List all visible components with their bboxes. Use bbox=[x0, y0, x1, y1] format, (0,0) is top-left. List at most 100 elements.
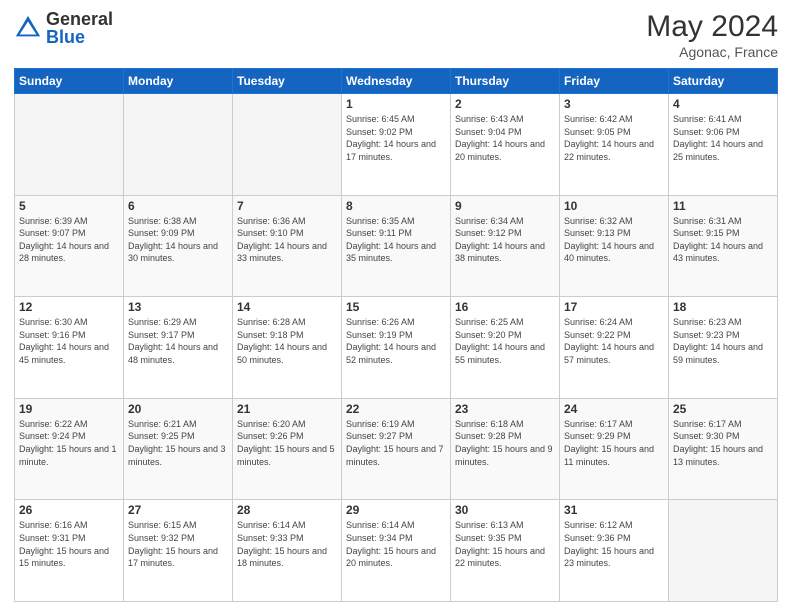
day-number: 24 bbox=[564, 402, 664, 416]
day-number: 28 bbox=[237, 503, 337, 517]
calendar-cell: 5 Sunrise: 6:39 AM Sunset: 9:07 PM Daylig… bbox=[15, 195, 124, 297]
calendar-cell bbox=[233, 94, 342, 196]
calendar-cell: 10 Sunrise: 6:32 AM Sunset: 9:13 PM Dayli… bbox=[560, 195, 669, 297]
calendar-cell: 20 Sunrise: 6:21 AM Sunset: 9:25 PM Dayli… bbox=[124, 398, 233, 500]
day-number: 8 bbox=[346, 199, 446, 213]
day-info: Sunrise: 6:13 AM Sunset: 9:35 PM Dayligh… bbox=[455, 519, 555, 569]
day-info: Sunrise: 6:19 AM Sunset: 9:27 PM Dayligh… bbox=[346, 418, 446, 468]
calendar-cell: 7 Sunrise: 6:36 AM Sunset: 9:10 PM Daylig… bbox=[233, 195, 342, 297]
day-number: 10 bbox=[564, 199, 664, 213]
day-info: Sunrise: 6:43 AM Sunset: 9:04 PM Dayligh… bbox=[455, 113, 555, 163]
calendar-cell: 8 Sunrise: 6:35 AM Sunset: 9:11 PM Daylig… bbox=[342, 195, 451, 297]
calendar-header-saturday: Saturday bbox=[669, 69, 778, 94]
day-number: 14 bbox=[237, 300, 337, 314]
day-info: Sunrise: 6:30 AM Sunset: 9:16 PM Dayligh… bbox=[19, 316, 119, 366]
logo-icon bbox=[14, 14, 42, 42]
day-info: Sunrise: 6:17 AM Sunset: 9:30 PM Dayligh… bbox=[673, 418, 773, 468]
day-number: 29 bbox=[346, 503, 446, 517]
calendar-cell: 2 Sunrise: 6:43 AM Sunset: 9:04 PM Daylig… bbox=[451, 94, 560, 196]
day-number: 21 bbox=[237, 402, 337, 416]
day-info: Sunrise: 6:15 AM Sunset: 9:32 PM Dayligh… bbox=[128, 519, 228, 569]
day-info: Sunrise: 6:23 AM Sunset: 9:23 PM Dayligh… bbox=[673, 316, 773, 366]
calendar-cell: 4Sunrise: 6:41 AM Sunset: 9:06 PM Daylig… bbox=[669, 94, 778, 196]
day-number: 11 bbox=[673, 199, 773, 213]
calendar-table: SundayMondayTuesdayWednesdayThursdayFrid… bbox=[14, 68, 778, 602]
day-number: 7 bbox=[237, 199, 337, 213]
day-number: 27 bbox=[128, 503, 228, 517]
day-info: Sunrise: 6:35 AM Sunset: 9:11 PM Dayligh… bbox=[346, 215, 446, 265]
day-number: 16 bbox=[455, 300, 555, 314]
day-info: Sunrise: 6:18 AM Sunset: 9:28 PM Dayligh… bbox=[455, 418, 555, 468]
day-number: 4 bbox=[673, 97, 773, 111]
day-info: Sunrise: 6:36 AM Sunset: 9:10 PM Dayligh… bbox=[237, 215, 337, 265]
calendar-week-5: 26 Sunrise: 6:16 AM Sunset: 9:31 PM Dayli… bbox=[15, 500, 778, 602]
day-number: 13 bbox=[128, 300, 228, 314]
day-info: Sunrise: 6:21 AM Sunset: 9:25 PM Dayligh… bbox=[128, 418, 228, 468]
day-number: 18 bbox=[673, 300, 773, 314]
calendar-week-3: 12 Sunrise: 6:30 AM Sunset: 9:16 PM Dayli… bbox=[15, 297, 778, 399]
calendar-cell: 26 Sunrise: 6:16 AM Sunset: 9:31 PM Dayli… bbox=[15, 500, 124, 602]
day-number: 19 bbox=[19, 402, 119, 416]
logo-blue-text: Blue bbox=[46, 28, 113, 46]
calendar-week-2: 5 Sunrise: 6:39 AM Sunset: 9:07 PM Daylig… bbox=[15, 195, 778, 297]
day-info: Sunrise: 6:25 AM Sunset: 9:20 PM Dayligh… bbox=[455, 316, 555, 366]
calendar-cell: 1 Sunrise: 6:45 AM Sunset: 9:02 PM Daylig… bbox=[342, 94, 451, 196]
day-info: Sunrise: 6:16 AM Sunset: 9:31 PM Dayligh… bbox=[19, 519, 119, 569]
day-number: 1 bbox=[346, 97, 446, 111]
calendar-cell: 29Sunrise: 6:14 AM Sunset: 9:34 PM Dayli… bbox=[342, 500, 451, 602]
day-number: 15 bbox=[346, 300, 446, 314]
calendar-cell bbox=[124, 94, 233, 196]
day-info: Sunrise: 6:28 AM Sunset: 9:18 PM Dayligh… bbox=[237, 316, 337, 366]
calendar-header-wednesday: Wednesday bbox=[342, 69, 451, 94]
day-number: 5 bbox=[19, 199, 119, 213]
day-info: Sunrise: 6:24 AM Sunset: 9:22 PM Dayligh… bbox=[564, 316, 664, 366]
calendar-week-4: 19Sunrise: 6:22 AM Sunset: 9:24 PM Dayli… bbox=[15, 398, 778, 500]
day-number: 25 bbox=[673, 402, 773, 416]
location: Agonac, France bbox=[646, 44, 778, 60]
calendar-cell: 14 Sunrise: 6:28 AM Sunset: 9:18 PM Dayli… bbox=[233, 297, 342, 399]
day-number: 12 bbox=[19, 300, 119, 314]
day-number: 17 bbox=[564, 300, 664, 314]
calendar-cell bbox=[15, 94, 124, 196]
calendar-cell: 28 Sunrise: 6:14 AM Sunset: 9:33 PM Dayli… bbox=[233, 500, 342, 602]
calendar-cell: 25 Sunrise: 6:17 AM Sunset: 9:30 PM Dayli… bbox=[669, 398, 778, 500]
day-number: 3 bbox=[564, 97, 664, 111]
day-number: 26 bbox=[19, 503, 119, 517]
day-info: Sunrise: 6:42 AM Sunset: 9:05 PM Dayligh… bbox=[564, 113, 664, 163]
day-number: 9 bbox=[455, 199, 555, 213]
day-info: Sunrise: 6:38 AM Sunset: 9:09 PM Dayligh… bbox=[128, 215, 228, 265]
logo-general-text: General bbox=[46, 10, 113, 28]
calendar-cell: 21Sunrise: 6:20 AM Sunset: 9:26 PM Dayli… bbox=[233, 398, 342, 500]
day-info: Sunrise: 6:32 AM Sunset: 9:13 PM Dayligh… bbox=[564, 215, 664, 265]
day-info: Sunrise: 6:31 AM Sunset: 9:15 PM Dayligh… bbox=[673, 215, 773, 265]
day-number: 30 bbox=[455, 503, 555, 517]
day-info: Sunrise: 6:29 AM Sunset: 9:17 PM Dayligh… bbox=[128, 316, 228, 366]
month-title: May 2024 bbox=[646, 10, 778, 44]
calendar-cell: 31Sunrise: 6:12 AM Sunset: 9:36 PM Dayli… bbox=[560, 500, 669, 602]
day-info: Sunrise: 6:26 AM Sunset: 9:19 PM Dayligh… bbox=[346, 316, 446, 366]
calendar-header-sunday: Sunday bbox=[15, 69, 124, 94]
day-info: Sunrise: 6:45 AM Sunset: 9:02 PM Dayligh… bbox=[346, 113, 446, 163]
day-info: Sunrise: 6:39 AM Sunset: 9:07 PM Dayligh… bbox=[19, 215, 119, 265]
calendar-header-row: SundayMondayTuesdayWednesdayThursdayFrid… bbox=[15, 69, 778, 94]
day-number: 2 bbox=[455, 97, 555, 111]
calendar-cell: 24Sunrise: 6:17 AM Sunset: 9:29 PM Dayli… bbox=[560, 398, 669, 500]
day-info: Sunrise: 6:14 AM Sunset: 9:33 PM Dayligh… bbox=[237, 519, 337, 569]
day-info: Sunrise: 6:34 AM Sunset: 9:12 PM Dayligh… bbox=[455, 215, 555, 265]
calendar-cell: 13 Sunrise: 6:29 AM Sunset: 9:17 PM Dayli… bbox=[124, 297, 233, 399]
calendar-cell: 17 Sunrise: 6:24 AM Sunset: 9:22 PM Dayli… bbox=[560, 297, 669, 399]
day-number: 20 bbox=[128, 402, 228, 416]
calendar-cell: 9 Sunrise: 6:34 AM Sunset: 9:12 PM Daylig… bbox=[451, 195, 560, 297]
calendar-cell: 15 Sunrise: 6:26 AM Sunset: 9:19 PM Dayli… bbox=[342, 297, 451, 399]
calendar-cell: 30 Sunrise: 6:13 AM Sunset: 9:35 PM Dayli… bbox=[451, 500, 560, 602]
calendar-cell: 12 Sunrise: 6:30 AM Sunset: 9:16 PM Dayli… bbox=[15, 297, 124, 399]
calendar-header-monday: Monday bbox=[124, 69, 233, 94]
calendar-cell: 6Sunrise: 6:38 AM Sunset: 9:09 PM Daylig… bbox=[124, 195, 233, 297]
day-number: 22 bbox=[346, 402, 446, 416]
calendar-cell: 19Sunrise: 6:22 AM Sunset: 9:24 PM Dayli… bbox=[15, 398, 124, 500]
logo: General Blue bbox=[14, 10, 113, 46]
calendar-header-friday: Friday bbox=[560, 69, 669, 94]
logo-text: General Blue bbox=[46, 10, 113, 46]
calendar-cell: 16 Sunrise: 6:25 AM Sunset: 9:20 PM Dayli… bbox=[451, 297, 560, 399]
calendar-cell: 18 Sunrise: 6:23 AM Sunset: 9:23 PM Dayli… bbox=[669, 297, 778, 399]
